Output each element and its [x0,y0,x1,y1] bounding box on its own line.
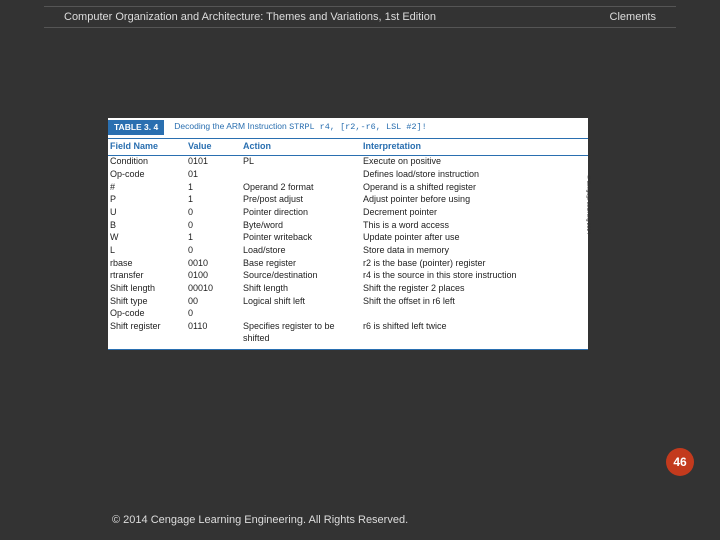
cell-c3: PL [243,156,363,168]
cell-c1: Shift length [108,283,188,295]
side-credit: © Cengage Learning 2014 [585,175,592,234]
table-row: Shift type00Logical shift leftShift the … [108,295,588,308]
cell-c2: 1 [188,182,243,194]
cell-c2: 00010 [188,283,243,295]
cell-c1: U [108,207,188,219]
table-row: L0Load/storeStore data in memory [108,245,588,258]
col-header-field: Field Name [108,141,188,153]
cell-c1: W [108,232,188,244]
cell-c2: 0 [188,220,243,232]
table-card: TABLE 3. 4 Decoding the ARM Instruction … [108,118,588,350]
cell-c4: r4 is the source in this store instructi… [363,270,588,282]
title-sup: st [391,11,400,23]
cell-c2: 1 [188,194,243,206]
table-caption: TABLE 3. 4 Decoding the ARM Instruction … [108,118,588,136]
caption-code: STRPL r4, [r2,-r6, LSL #2]! [289,122,427,132]
cell-c4: Decrement pointer [363,207,588,219]
col-header-action: Action [243,141,363,153]
table-row: rbase0010Base registerr2 is the base (po… [108,257,588,270]
cell-c3: Operand 2 format [243,182,363,194]
cell-c1: Condition [108,156,188,168]
title-post: Edition [399,11,436,23]
table-caption-text: Decoding the ARM Instruction STRPL r4, [… [174,118,427,136]
table-number-tag: TABLE 3. 4 [108,120,164,135]
table-row: U0Pointer directionDecrement pointer [108,206,588,219]
cell-c2: 1 [188,232,243,244]
cell-c4: Update pointer after use [363,232,588,244]
footer-copyright: © 2014 Cengage Learning Engineering. All… [112,514,408,526]
cell-c1: # [108,182,188,194]
cell-c2: 0101 [188,156,243,168]
cell-c1: Op-code [108,169,188,181]
col-header-interp: Interpretation [363,141,588,153]
cell-c1: Op-code [108,308,188,320]
table-row: B0Byte/wordThis is a word access [108,219,588,232]
table-row: Condition0101PLExecute on positive [108,156,588,169]
cell-c3: Shift length [243,283,363,295]
cell-c1: B [108,220,188,232]
cell-c4: Shift the offset in r6 left [363,296,588,308]
cell-c3: Base register [243,258,363,270]
author-name: Clements [610,11,656,23]
cell-c2: 0 [188,207,243,219]
table-row: Shift length00010Shift lengthShift the r… [108,283,588,296]
cell-c1: rbase [108,258,188,270]
cell-c2: 00 [188,296,243,308]
book-title: Computer Organization and Architecture: … [64,11,436,23]
cell-c2: 0010 [188,258,243,270]
table-row: Op-code0 [108,308,588,321]
table-row: W1Pointer writebackUpdate pointer after … [108,232,588,245]
page-number-badge: 46 [666,448,694,476]
table-bottom-rule [108,349,588,350]
table-header-row: Field Name Value Action Interpretation [108,138,588,156]
cell-c2: 0110 [188,321,243,344]
cell-c1: Shift type [108,296,188,308]
cell-c1: L [108,245,188,257]
cell-c4: Shift the register 2 places [363,283,588,295]
cell-c4: Execute on positive [363,156,588,168]
cell-c4: This is a word access [363,220,588,232]
cell-c3: Load/store [243,245,363,257]
table-body: Condition0101PLExecute on positiveOp-cod… [108,156,588,345]
cell-c3: Specifies register to be shifted [243,321,363,344]
cell-c1: Shift register [108,321,188,344]
cell-c2: 0 [188,245,243,257]
cell-c2: 01 [188,169,243,181]
table-row: P1Pre/post adjustAdjust pointer before u… [108,194,588,207]
caption-lead: Decoding the ARM Instruction [174,121,289,131]
cell-c4 [363,308,588,320]
cell-c3 [243,308,363,320]
cell-c3 [243,169,363,181]
cell-c1: rtransfer [108,270,188,282]
table-row: Shift register0110Specifies register to … [108,321,588,345]
title-pre: Computer Organization and Architecture: … [64,11,391,23]
cell-c2: 0100 [188,270,243,282]
table-row: Op-code01 Defines load/store instruction [108,168,588,181]
cell-c3: Pointer direction [243,207,363,219]
cell-c4: r6 is shifted left twice [363,321,588,344]
cell-c4: Operand is a shifted register [363,182,588,194]
cell-c1: P [108,194,188,206]
cell-c4: Adjust pointer before using [363,194,588,206]
cell-c3: Byte/word [243,220,363,232]
slide-header: Computer Organization and Architecture: … [44,6,676,28]
cell-c3: Pre/post adjust [243,194,363,206]
cell-c3: Source/destination [243,270,363,282]
cell-c4: Store data in memory [363,245,588,257]
table-row: rtransfer0100Source/destinationr4 is the… [108,270,588,283]
cell-c3: Logical shift left [243,296,363,308]
cell-c4: r2 is the base (pointer) register [363,258,588,270]
table-row: #1Operand 2 formatOperand is a shifted r… [108,181,588,194]
cell-c4: Defines load/store instruction [363,169,588,181]
cell-c3: Pointer writeback [243,232,363,244]
col-header-value: Value [188,141,243,153]
cell-c2: 0 [188,308,243,320]
